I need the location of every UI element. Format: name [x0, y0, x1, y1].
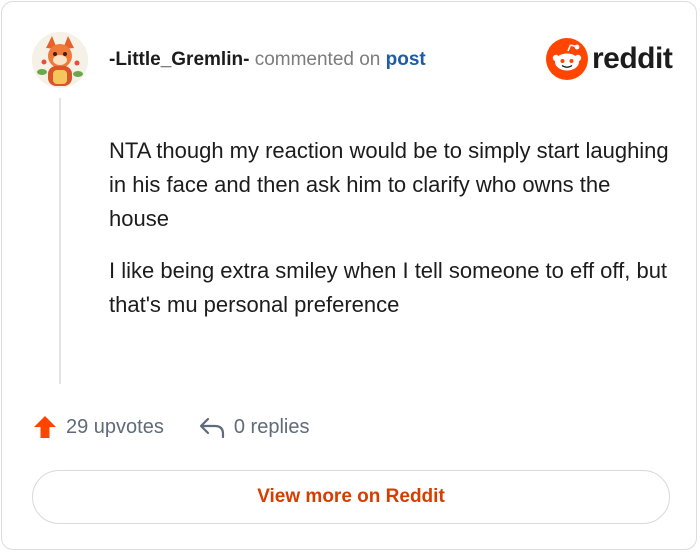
reddit-snoo-icon [546, 38, 588, 80]
comment-paragraph: NTA though my reaction would be to simpl… [109, 138, 669, 231]
action-text: commented on [254, 49, 381, 70]
reddit-logo[interactable]: reddit [546, 38, 673, 80]
username[interactable]: -Little_Gremlin- [109, 49, 249, 70]
upvote-stat[interactable]: 29 upvotes [32, 414, 164, 440]
reply-count: 0 replies [233, 415, 310, 438]
comment-header: -Little_Gremlin- commented on post [109, 48, 426, 72]
comment-paragraph: I like being extra smiley when I tell so… [109, 258, 668, 317]
avatar-fox-icon [32, 32, 88, 88]
reply-stat[interactable]: 0 replies [198, 414, 310, 440]
upvote-arrow-icon [34, 416, 56, 438]
comment-body: NTA though my reaction would be to simpl… [109, 134, 669, 340]
upvote-count: 29 upvotes [66, 415, 164, 438]
user-avatar[interactable] [32, 32, 88, 88]
comment-footer: 29 upvotes 0 replies [32, 410, 309, 444]
reddit-wordmark: reddit [592, 42, 673, 75]
reply-arrow-icon [199, 417, 224, 439]
post-link[interactable]: post [386, 49, 426, 70]
view-more-button[interactable]: View more on Reddit [32, 470, 670, 524]
thread-line [59, 98, 61, 384]
comment-card: -Little_Gremlin- commented on post reddi… [1, 1, 697, 550]
